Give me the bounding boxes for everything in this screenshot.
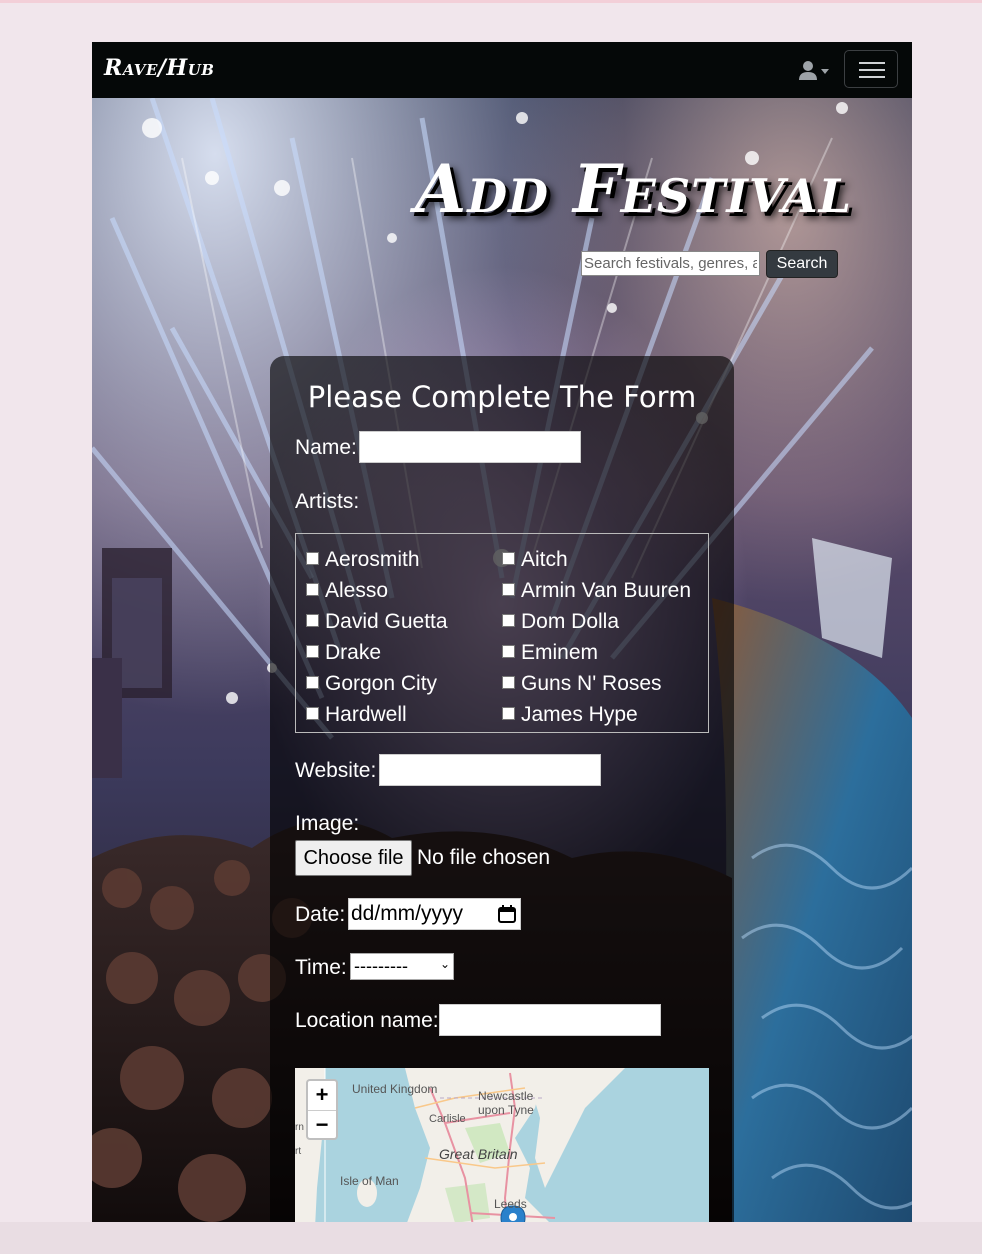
checkbox[interactable]: [502, 644, 515, 658]
map-label-uk: United Kingdom: [352, 1082, 438, 1096]
zoom-in-button[interactable]: +: [308, 1081, 336, 1111]
map-label-leeds: Leeds: [494, 1197, 527, 1211]
page-title: Add Festival: [414, 150, 852, 228]
user-icon: [799, 61, 829, 80]
checkbox[interactable]: [306, 613, 319, 627]
hamburger-menu-button[interactable]: [844, 50, 898, 88]
artist-checkbox-alesso[interactable]: Alesso: [306, 579, 388, 603]
calendar-icon[interactable]: [498, 905, 516, 923]
date-input[interactable]: dd/mm/yyyy: [348, 898, 521, 930]
map-label-edge: rn: [295, 1122, 304, 1133]
window-top-rule: [0, 0, 982, 3]
artist-checkbox-armin-van-buuren[interactable]: Armin Van Buuren: [502, 579, 691, 603]
location-label: Location name:: [295, 1009, 439, 1032]
navbar: Rave/Hub: [92, 42, 912, 98]
map-label-edge: rt: [295, 1146, 302, 1157]
artist-checkbox-guns-n-roses[interactable]: Guns N' Roses: [502, 672, 662, 696]
brand-logo[interactable]: Rave/Hub: [104, 55, 214, 81]
map-zoom-control: + −: [306, 1079, 338, 1140]
time-selected-value: ---------: [354, 956, 408, 976]
checkbox[interactable]: [502, 706, 515, 720]
time-select[interactable]: --------- ⌄: [350, 953, 454, 980]
user-menu-toggle[interactable]: [798, 60, 834, 82]
date-placeholder: dd/mm/yyyy: [351, 902, 464, 925]
map-label-carlisle: Carlisle: [429, 1113, 466, 1125]
artist-checkbox-gorgon-city[interactable]: Gorgon City: [306, 672, 437, 696]
artist-checkbox-drake[interactable]: Drake: [306, 641, 381, 665]
name-label: Name:: [295, 436, 357, 459]
website-label: Website:: [295, 759, 377, 782]
checkbox[interactable]: [306, 675, 319, 689]
checkbox[interactable]: [306, 582, 319, 596]
artists-checkbox-list: Aerosmith Aitch Alesso Armin Van Buuren …: [295, 533, 709, 733]
zoom-out-button[interactable]: −: [308, 1111, 336, 1140]
checkbox[interactable]: [502, 582, 515, 596]
map-label-isle-of-man: Isle of Man: [340, 1174, 399, 1188]
caret-down-icon: [821, 69, 829, 74]
time-label: Time:: [295, 956, 347, 979]
form-heading: Please Complete The Form: [307, 380, 697, 414]
checkbox[interactable]: [306, 706, 319, 720]
artist-checkbox-david-guetta[interactable]: David Guetta: [306, 610, 448, 634]
search-input[interactable]: [581, 251, 760, 276]
hamburger-icon: [859, 62, 885, 64]
artist-checkbox-james-hype[interactable]: James Hype: [502, 703, 638, 727]
checkbox[interactable]: [306, 644, 319, 658]
checkbox[interactable]: [306, 551, 319, 565]
artists-label: Artists:: [295, 490, 360, 513]
artist-checkbox-aitch[interactable]: Aitch: [502, 548, 568, 572]
map-label-newcastle: Newcastle upon Tyne: [478, 1089, 534, 1117]
search-button[interactable]: Search: [766, 250, 838, 278]
checkbox[interactable]: [502, 613, 515, 627]
artist-checkbox-dom-dolla[interactable]: Dom Dolla: [502, 610, 619, 634]
map-label-great-britain: Great Britain: [439, 1146, 518, 1162]
artist-checkbox-aerosmith[interactable]: Aerosmith: [306, 548, 420, 572]
artist-checkbox-hardwell[interactable]: Hardwell: [306, 703, 407, 727]
location-name-input[interactable]: [439, 1004, 661, 1036]
file-status-text: No file chosen: [417, 846, 551, 869]
artist-checkbox-eminem[interactable]: Eminem: [502, 641, 598, 665]
browser-viewport: Rave/Hub Add Festival Search Please Comp…: [92, 42, 912, 1222]
checkbox[interactable]: [502, 675, 515, 689]
festival-form-card: Please Complete The Form Name: Artists: …: [270, 356, 734, 1222]
location-map[interactable]: United Kingdom Newcastle upon Tyne Carli…: [295, 1068, 709, 1222]
image-label: Image:: [295, 812, 360, 835]
website-input[interactable]: [379, 754, 601, 786]
name-input[interactable]: [359, 431, 581, 463]
choose-file-button[interactable]: Choose file: [295, 840, 412, 876]
date-label: Date:: [295, 903, 346, 926]
checkbox[interactable]: [502, 551, 515, 565]
window-bottom-edge: [0, 1222, 982, 1254]
chevron-down-icon: ⌄: [439, 957, 450, 971]
